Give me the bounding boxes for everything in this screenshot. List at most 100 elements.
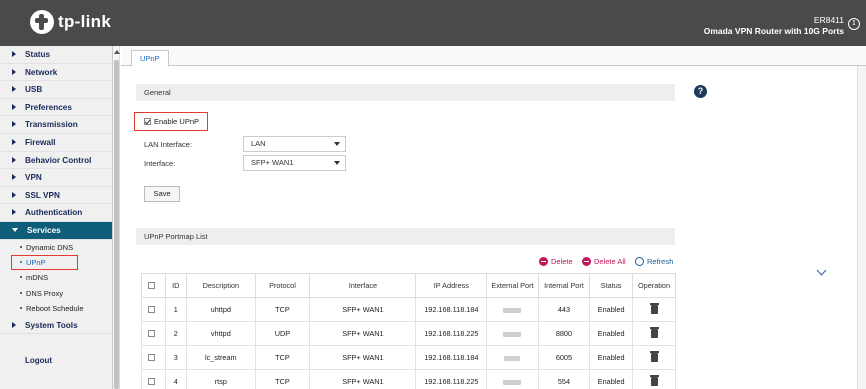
delete-all-button[interactable]: Delete All: [582, 257, 626, 266]
redacted-value: [503, 331, 522, 337]
cell-external-port: [486, 369, 539, 389]
row-select-cell[interactable]: [141, 297, 166, 322]
tp-link-logo-icon: [30, 10, 54, 34]
row-select-cell[interactable]: [141, 345, 166, 370]
interface-label: Interface:: [144, 159, 176, 168]
sidebar-item-system-tools[interactable]: System Tools: [0, 317, 112, 335]
save-button[interactable]: Save: [144, 186, 180, 202]
select-all-cell[interactable]: [141, 273, 166, 298]
cell-status: Enabled: [589, 321, 634, 346]
cell-id: 4: [164, 369, 188, 389]
cell-operation: [632, 345, 676, 370]
table-row: 2 vhttpd UDP SFP+ WAN1 192.168.118.225 8…: [141, 321, 676, 346]
caret-down-icon: [12, 227, 18, 232]
sidebar-item-preferences[interactable]: Preferences: [0, 99, 112, 117]
bullet-icon: [20, 307, 22, 310]
minus-circle-icon: [582, 257, 591, 266]
checkbox-icon[interactable]: [148, 354, 156, 361]
trash-icon[interactable]: [649, 351, 659, 363]
sidebar-item-usb[interactable]: USB: [0, 81, 112, 99]
refresh-label: Refresh: [647, 257, 674, 266]
checkbox-icon[interactable]: [148, 282, 156, 289]
cell-ip-address: 192.168.118.184: [415, 297, 488, 322]
sidebar-subitem-label: Dynamic DNS: [26, 242, 74, 252]
scrollbar-thumb[interactable]: [114, 60, 119, 389]
bullet-icon: [20, 245, 22, 248]
cell-id: 3: [164, 345, 188, 370]
sidebar-item-label: Network: [25, 67, 58, 77]
sidebar-scrollbar[interactable]: [113, 46, 120, 389]
caret-right-icon: [12, 174, 16, 181]
cell-status: Enabled: [589, 369, 634, 389]
sidebar-item-services[interactable]: Services: [0, 221, 112, 240]
sidebar-item-authentication[interactable]: Authentication: [0, 204, 112, 222]
sidebar-item-label: Behavior Control: [25, 155, 92, 165]
column-header-interface: Interface: [309, 273, 417, 298]
content-scrollbar[interactable]: [857, 66, 866, 389]
caret-right-icon: [12, 209, 16, 216]
sidebar-item-status[interactable]: Status: [0, 46, 112, 64]
tab-upnp[interactable]: UPnP: [131, 50, 169, 67]
sidebar-subitem-reboot-schedule[interactable]: Reboot Schedule: [0, 301, 112, 317]
refresh-button[interactable]: Refresh: [635, 257, 673, 266]
cell-description: vhttpd: [186, 321, 256, 346]
sidebar-item-network[interactable]: Network: [0, 64, 112, 82]
sidebar-item-firewall[interactable]: Firewall: [0, 134, 112, 152]
trash-icon[interactable]: [649, 303, 659, 315]
caret-right-icon: [12, 138, 16, 145]
caret-right-icon: [12, 51, 16, 57]
minus-circle-icon: [539, 257, 548, 266]
model-description: Omada VPN Router with 10G Ports: [703, 26, 844, 36]
column-header-protocol: Protocol: [254, 273, 311, 298]
cell-id: 2: [164, 321, 188, 346]
sidebar-item-ssl-vpn[interactable]: SSL VPN: [0, 187, 112, 205]
section-title: General: [144, 88, 171, 97]
caret-right-icon: [12, 156, 16, 163]
help-icon[interactable]: ?: [694, 85, 707, 98]
trash-icon[interactable]: [649, 327, 659, 339]
enable-upnp-checkbox[interactable]: Enable UPnP: [134, 112, 208, 131]
cell-internal-port: 443: [537, 297, 591, 322]
trash-icon[interactable]: [649, 375, 659, 387]
checkbox-checked-icon[interactable]: [144, 118, 151, 125]
sidebar-subitem-dynamic-dns[interactable]: Dynamic DNS: [0, 240, 112, 256]
delete-all-label: Delete All: [594, 257, 626, 266]
cell-interface: SFP+ WAN1: [309, 369, 417, 389]
sidebar-subitem-upnp[interactable]: UPnP: [11, 255, 78, 271]
sidebar-item-label: System Tools: [25, 320, 78, 330]
row-select-cell[interactable]: [141, 321, 166, 346]
column-header-ip-address: IP Address: [415, 273, 488, 298]
lan-interface-select[interactable]: LAN: [243, 136, 346, 152]
sidebar-subitem-dns-proxy[interactable]: DNS Proxy: [0, 286, 112, 302]
info-icon[interactable]: i: [848, 18, 860, 30]
checkbox-icon[interactable]: [148, 330, 156, 337]
checkbox-icon[interactable]: [148, 306, 156, 313]
sidebar-item-transmission[interactable]: Transmission: [0, 116, 112, 134]
expand-chevron-icon[interactable]: [816, 265, 827, 276]
tp-link-logo[interactable]: tp-link: [30, 10, 111, 34]
cell-status: Enabled: [589, 297, 634, 322]
sidebar-item-label: Firewall: [25, 137, 56, 147]
sidebar-item-label: VPN: [25, 173, 42, 183]
cell-protocol: TCP: [254, 297, 311, 322]
redacted-value: [503, 379, 522, 385]
sidebar-nav: Status Network USB Preferences Transmiss…: [0, 46, 113, 389]
cell-protocol: UDP: [254, 321, 311, 346]
checkbox-icon[interactable]: [148, 378, 156, 385]
chevron-down-icon: [334, 142, 340, 146]
scroll-up-icon[interactable]: [114, 50, 120, 54]
logout-link[interactable]: Logout: [25, 356, 52, 365]
cell-external-port: [486, 297, 539, 322]
sidebar-item-vpn[interactable]: VPN: [0, 169, 112, 187]
sidebar-subitem-mdns[interactable]: mDNS: [0, 270, 112, 286]
sidebar-item-behavior-control[interactable]: Behavior Control: [0, 152, 112, 170]
caret-right-icon: [12, 121, 16, 128]
interface-select[interactable]: SFP+ WAN1: [243, 155, 346, 171]
cell-internal-port: 8800: [537, 321, 591, 346]
main-content: UPnP General ? Enable UPnP LAN Interface…: [121, 46, 866, 389]
sidebar-item-label: Transmission: [25, 120, 78, 130]
delete-button[interactable]: Delete: [539, 257, 573, 266]
sidebar-subitem-label: mDNS: [26, 273, 49, 283]
row-select-cell[interactable]: [141, 369, 166, 389]
cell-internal-port: 6005: [537, 345, 591, 370]
